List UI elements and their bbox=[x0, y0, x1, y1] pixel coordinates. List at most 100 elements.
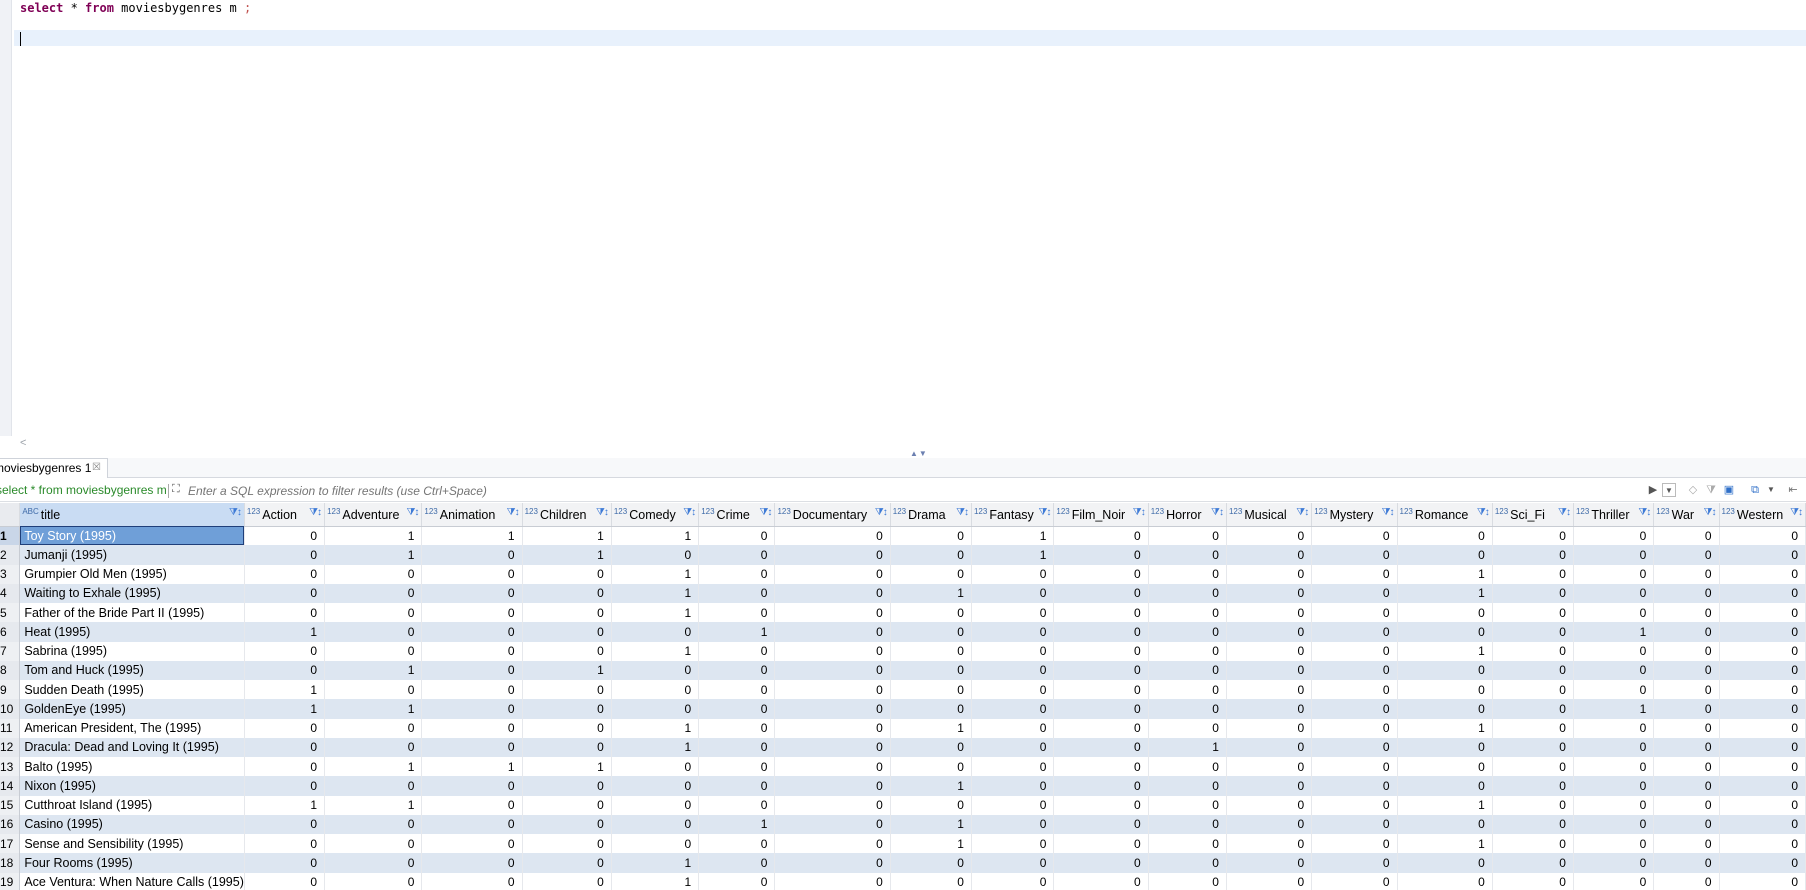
cell-drama[interactable]: 1 bbox=[890, 776, 972, 796]
column-header-war[interactable]: 123 War ⧩↕ bbox=[1653, 503, 1720, 527]
column-header-children[interactable]: 123 Children ⧩↕ bbox=[522, 503, 612, 527]
column-header-mystery[interactable]: 123 Mystery ⧩↕ bbox=[1311, 503, 1398, 527]
cell-fantasy[interactable]: 0 bbox=[971, 583, 1055, 603]
cell-horror[interactable]: 0 bbox=[1148, 757, 1227, 777]
cell-fantasy[interactable]: 0 bbox=[971, 564, 1055, 584]
cell-crime[interactable]: 1 bbox=[698, 814, 776, 834]
table-row[interactable]: 2 Jumanji (1995) 0 1 0 1 0 0 0 0 1 0 0 0 0 0 0 0 0 0 bbox=[0, 545, 1806, 565]
cell-sci_fi[interactable]: 0 bbox=[1492, 699, 1574, 719]
table-row[interactable]: 19 Ace Ventura: When Nature Calls (1995) 0… bbox=[0, 872, 1806, 890]
filter-sort-icon[interactable]: ⧩↕ bbox=[1296, 507, 1309, 518]
filter-input[interactable] bbox=[188, 482, 1638, 499]
cell-thriller[interactable]: 0 bbox=[1573, 795, 1655, 815]
filter-sort-icon[interactable]: ⧩↕ bbox=[1790, 507, 1803, 518]
cell-animation[interactable]: 0 bbox=[421, 718, 523, 738]
cell-mystery[interactable]: 0 bbox=[1311, 718, 1398, 738]
cell-horror[interactable]: 0 bbox=[1148, 814, 1227, 834]
cell-crime[interactable]: 0 bbox=[698, 853, 776, 873]
cell-animation[interactable]: 1 bbox=[421, 526, 523, 546]
cell-mystery[interactable]: 0 bbox=[1311, 660, 1398, 680]
cell-thriller[interactable]: 0 bbox=[1573, 757, 1655, 777]
cell-action[interactable]: 0 bbox=[244, 718, 326, 738]
cell-comedy[interactable]: 1 bbox=[611, 603, 700, 623]
cell-comedy[interactable]: 1 bbox=[611, 737, 700, 757]
cell-sci_fi[interactable]: 0 bbox=[1492, 814, 1574, 834]
column-header-comedy[interactable]: 123 Comedy ⧩↕ bbox=[611, 503, 700, 527]
close-tab-icon[interactable]: ☒ bbox=[92, 459, 101, 477]
cell-western[interactable]: 0 bbox=[1719, 603, 1806, 623]
cell-documentary[interactable]: 0 bbox=[774, 718, 891, 738]
cell-mystery[interactable]: 0 bbox=[1311, 564, 1398, 584]
cell-action[interactable]: 0 bbox=[244, 757, 326, 777]
cell-thriller[interactable]: 0 bbox=[1573, 814, 1655, 834]
cell-western[interactable]: 0 bbox=[1719, 699, 1806, 719]
column-header-animation[interactable]: 123 Animation ⧩↕ bbox=[421, 503, 523, 527]
cell-title[interactable]: Four Rooms (1995) bbox=[19, 853, 245, 873]
cell-thriller[interactable]: 0 bbox=[1573, 660, 1655, 680]
cell-action[interactable]: 0 bbox=[244, 641, 326, 661]
cell-sci_fi[interactable]: 0 bbox=[1492, 545, 1574, 565]
cell-musical[interactable]: 0 bbox=[1226, 622, 1313, 642]
cell-documentary[interactable]: 0 bbox=[774, 660, 891, 680]
cell-comedy[interactable]: 0 bbox=[611, 545, 700, 565]
cell-sci_fi[interactable]: 0 bbox=[1492, 834, 1574, 854]
cell-romance[interactable]: 0 bbox=[1397, 699, 1493, 719]
row-number[interactable]: 16 bbox=[0, 814, 21, 834]
cell-action[interactable]: 1 bbox=[244, 622, 326, 642]
column-header-sci_fi[interactable]: 123 Sci_Fi ⧩↕ bbox=[1492, 503, 1574, 527]
cell-title[interactable]: Sense and Sensibility (1995) bbox=[19, 834, 245, 854]
cell-children[interactable]: 0 bbox=[522, 853, 612, 873]
table-row[interactable]: 13 Balto (1995) 0 1 1 1 0 0 0 0 0 0 0 0 0 0 0 0 0 0 bbox=[0, 757, 1806, 777]
cell-title[interactable]: Waiting to Exhale (1995) bbox=[19, 583, 245, 603]
cell-film_noir[interactable]: 0 bbox=[1053, 622, 1149, 642]
cell-war[interactable]: 0 bbox=[1653, 603, 1720, 623]
cell-musical[interactable]: 0 bbox=[1226, 795, 1313, 815]
cell-musical[interactable]: 0 bbox=[1226, 872, 1313, 890]
cell-western[interactable]: 0 bbox=[1719, 564, 1806, 584]
cell-fantasy[interactable]: 0 bbox=[971, 872, 1055, 890]
table-row[interactable]: 1 Toy Story (1995) 0 1 1 1 1 0 0 0 1 0 0 0 0 0 0 0 0 0 bbox=[0, 526, 1806, 546]
cell-western[interactable]: 0 bbox=[1719, 834, 1806, 854]
cell-adventure[interactable]: 0 bbox=[324, 853, 423, 873]
cell-children[interactable]: 1 bbox=[522, 660, 612, 680]
row-number[interactable]: 7 bbox=[0, 641, 21, 661]
cell-horror[interactable]: 0 bbox=[1148, 564, 1227, 584]
cell-romance[interactable]: 0 bbox=[1397, 680, 1493, 700]
cell-mystery[interactable]: 0 bbox=[1311, 757, 1398, 777]
row-number[interactable]: 18 bbox=[0, 853, 21, 873]
cell-horror[interactable]: 0 bbox=[1148, 872, 1227, 890]
cell-sci_fi[interactable]: 0 bbox=[1492, 776, 1574, 796]
cell-romance[interactable]: 1 bbox=[1397, 641, 1493, 661]
cell-action[interactable]: 0 bbox=[244, 603, 326, 623]
cell-western[interactable]: 0 bbox=[1719, 680, 1806, 700]
cell-adventure[interactable]: 0 bbox=[324, 564, 423, 584]
cell-fantasy[interactable]: 1 bbox=[971, 545, 1055, 565]
cell-film_noir[interactable]: 0 bbox=[1053, 718, 1149, 738]
cell-drama[interactable]: 0 bbox=[890, 545, 972, 565]
settings-dropdown-icon[interactable]: ▼ bbox=[1764, 483, 1778, 497]
cell-action[interactable]: 0 bbox=[244, 872, 326, 890]
cell-animation[interactable]: 0 bbox=[421, 564, 523, 584]
cell-war[interactable]: 0 bbox=[1653, 660, 1720, 680]
cell-comedy[interactable]: 1 bbox=[611, 641, 700, 661]
filter-sort-icon[interactable]: ⧩↕ bbox=[1638, 507, 1651, 518]
cell-crime[interactable]: 0 bbox=[698, 545, 776, 565]
filter-sort-icon[interactable]: ⧩↕ bbox=[229, 507, 242, 518]
cell-title[interactable]: Nixon (1995) bbox=[19, 776, 245, 796]
cell-western[interactable]: 0 bbox=[1719, 737, 1806, 757]
cell-adventure[interactable]: 0 bbox=[324, 680, 423, 700]
cell-mystery[interactable]: 0 bbox=[1311, 622, 1398, 642]
cell-horror[interactable]: 0 bbox=[1148, 776, 1227, 796]
cell-fantasy[interactable]: 0 bbox=[971, 622, 1055, 642]
cell-drama[interactable]: 1 bbox=[890, 718, 972, 738]
cell-thriller[interactable]: 0 bbox=[1573, 564, 1655, 584]
cell-adventure[interactable]: 0 bbox=[324, 872, 423, 890]
sql-current-line[interactable] bbox=[14, 30, 1806, 46]
cell-action[interactable]: 0 bbox=[244, 814, 326, 834]
column-header-fantasy[interactable]: 123 Fantasy ⧩↕ bbox=[971, 503, 1055, 527]
cell-drama[interactable]: 0 bbox=[890, 872, 972, 890]
cell-horror[interactable]: 0 bbox=[1148, 853, 1227, 873]
filter-sort-icon[interactable]: ⧩↕ bbox=[1558, 507, 1571, 518]
cell-western[interactable]: 0 bbox=[1719, 545, 1806, 565]
cell-animation[interactable]: 0 bbox=[421, 680, 523, 700]
